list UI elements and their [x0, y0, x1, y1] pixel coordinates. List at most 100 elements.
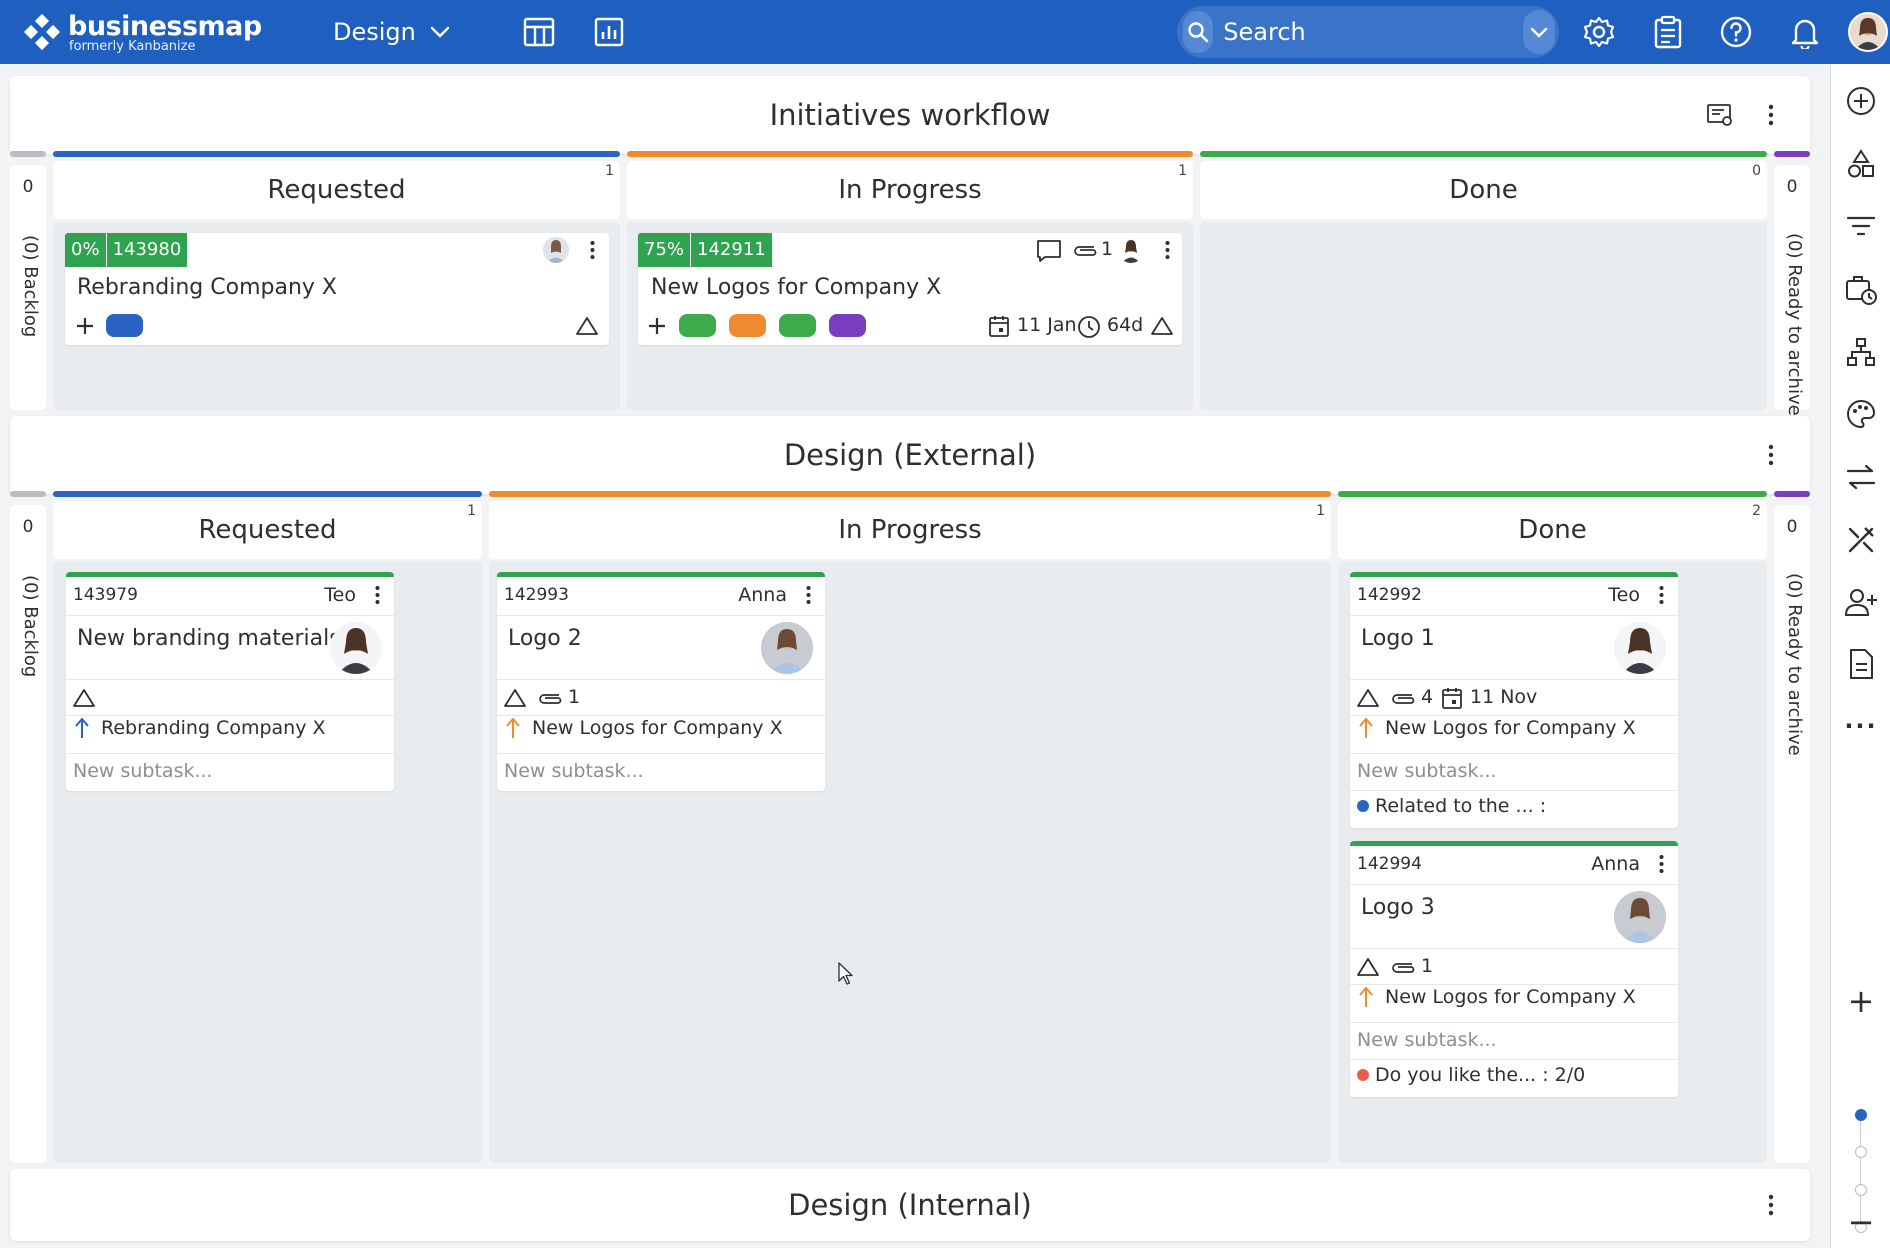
attachment-icon[interactable] [537, 690, 563, 706]
avatar[interactable] [1614, 891, 1666, 943]
attachment-icon[interactable] [1072, 242, 1098, 258]
settings-button[interactable] [1579, 12, 1619, 52]
task-card[interactable]: 143979 Teo New branding materials Rebran… [66, 572, 394, 791]
parent-link[interactable]: New Logos for Company X [506, 717, 783, 739]
backlog-column[interactable]: 0 (0) Backlog [10, 165, 46, 410]
ready-to-archive-column[interactable]: 0 (0) Ready to archive [1774, 165, 1810, 416]
board-view-button[interactable] [519, 12, 559, 52]
zoom-level-dot[interactable] [1855, 1146, 1867, 1158]
checklist-dot [1357, 1069, 1369, 1081]
column-header-in-progress[interactable]: In Progress 1 [627, 161, 1193, 219]
tag-archive[interactable] [829, 314, 866, 337]
backlog-label: (0) Backlog [20, 575, 41, 678]
priority-icon[interactable] [1150, 316, 1174, 336]
notifications-button[interactable] [1785, 12, 1825, 52]
tag-requested[interactable] [106, 314, 143, 337]
workflow-menu-button[interactable] [1756, 1190, 1786, 1220]
parent-link[interactable]: Rebranding Company X [75, 717, 326, 739]
workflow-menu-button[interactable] [1756, 100, 1786, 130]
analytics-button[interactable] [589, 12, 629, 52]
zoom-level-dot-active[interactable] [1855, 1109, 1867, 1121]
tag-done[interactable] [779, 314, 816, 337]
kebab-icon [1165, 241, 1169, 259]
user-avatar[interactable] [1848, 12, 1888, 52]
timeline-button[interactable] [1841, 269, 1881, 309]
add-tag-icon[interactable] [647, 316, 667, 336]
initiative-card[interactable]: 75% 142911 1 New Logos for Company X 11 … [638, 233, 1182, 345]
card-owner: Anna [1591, 853, 1640, 875]
new-subtask-input[interactable] [1357, 756, 1670, 786]
ready-to-archive-column[interactable]: 0 (0) Ready to archive [1774, 505, 1810, 1163]
search-dropdown-button[interactable] [1523, 10, 1555, 54]
card-menu-button[interactable] [799, 582, 817, 608]
design-tools-button[interactable] [1841, 520, 1881, 560]
workflow-menu-button[interactable] [1756, 440, 1786, 470]
column-header-requested[interactable]: Requested 1 [53, 161, 620, 219]
help-button[interactable] [1716, 12, 1756, 52]
attachment-icon[interactable] [1390, 959, 1416, 975]
priority-icon[interactable] [575, 316, 599, 336]
shapes-button[interactable] [1841, 144, 1881, 184]
divider [1350, 1059, 1678, 1060]
task-card[interactable]: 142993 Anna Logo 2 1 New Logos for Compa… [497, 572, 825, 791]
column-header-done[interactable]: Done 0 [1200, 161, 1767, 219]
add-button[interactable] [1841, 81, 1881, 121]
checklist-item[interactable]: Related to the ... : [1357, 795, 1546, 817]
tag-in-progress[interactable] [729, 314, 766, 337]
zoom-level-dot[interactable] [1855, 1184, 1867, 1196]
workflow-tasks-button[interactable] [1648, 12, 1688, 52]
logo-icon [23, 13, 61, 51]
avatar[interactable] [543, 237, 569, 263]
card-menu-button[interactable] [1158, 237, 1176, 263]
add-user-button[interactable] [1841, 582, 1881, 622]
brand-logo[interactable]: businessmap formerly Kanbanize [22, 7, 272, 57]
backlog-column[interactable]: 0 (0) Backlog [10, 505, 46, 1163]
search-icon[interactable] [1183, 11, 1214, 53]
avatar[interactable] [1614, 622, 1666, 674]
priority-icon[interactable] [1356, 957, 1380, 977]
card-menu-button[interactable] [1652, 851, 1670, 877]
hierarchy-button[interactable] [1841, 332, 1881, 372]
help-icon [1720, 16, 1752, 48]
avatar[interactable] [330, 622, 382, 674]
add-tag-icon[interactable] [75, 316, 95, 336]
comment-icon[interactable] [1036, 239, 1062, 263]
parent-link[interactable]: New Logos for Company X [1359, 717, 1636, 739]
initiative-card[interactable]: 0% 143980 Rebranding Company X [65, 233, 609, 345]
zoom-in-button[interactable]: + [1841, 981, 1881, 1021]
attachment-icon[interactable] [1390, 690, 1416, 706]
priority-icon[interactable] [1356, 688, 1380, 708]
new-subtask-input[interactable] [1357, 1025, 1670, 1055]
search-input[interactable] [1223, 12, 1524, 52]
card-menu-button[interactable] [368, 582, 386, 608]
clock-icon [1078, 316, 1100, 338]
task-card[interactable]: 142994 Anna Logo 3 1 New Logos for Compa… [1350, 841, 1678, 1097]
task-card[interactable]: 142992 Teo Logo 1 4 11 Nov New Logos for… [1350, 572, 1678, 828]
priority-icon[interactable] [72, 688, 96, 708]
column-header-done[interactable]: Done 2 [1338, 501, 1767, 559]
more-icon[interactable]: ··· [1841, 706, 1881, 746]
avatar[interactable] [1118, 237, 1144, 263]
filter-button[interactable] [1841, 206, 1881, 246]
priority-icon[interactable] [503, 688, 527, 708]
document-button[interactable] [1841, 644, 1881, 684]
avatar[interactable] [761, 622, 813, 674]
zoom-out-button[interactable]: − [1841, 1202, 1881, 1242]
new-subtask-input[interactable] [73, 756, 386, 786]
shapes-icon [1848, 149, 1874, 178]
column-header-requested[interactable]: Requested 1 [53, 501, 482, 559]
chevron-down-icon [1530, 27, 1548, 38]
workflow-title: Initiatives workflow [769, 98, 1051, 132]
card-menu-button[interactable] [1652, 582, 1670, 608]
column-header-in-progress[interactable]: In Progress 1 [489, 501, 1331, 559]
new-subtask-input[interactable] [504, 756, 817, 786]
swap-button[interactable] [1841, 457, 1881, 497]
column-card-count: 1 [1178, 163, 1187, 179]
workflow-settings-button[interactable] [1704, 99, 1736, 131]
card-menu-button[interactable] [583, 237, 601, 263]
workspace-selector[interactable]: Design [333, 10, 450, 54]
palette-button[interactable] [1841, 394, 1881, 434]
tag-done[interactable] [679, 314, 716, 337]
checklist-item[interactable]: Do you like the... : 2/0 [1357, 1064, 1585, 1086]
parent-link[interactable]: New Logos for Company X [1359, 986, 1636, 1008]
